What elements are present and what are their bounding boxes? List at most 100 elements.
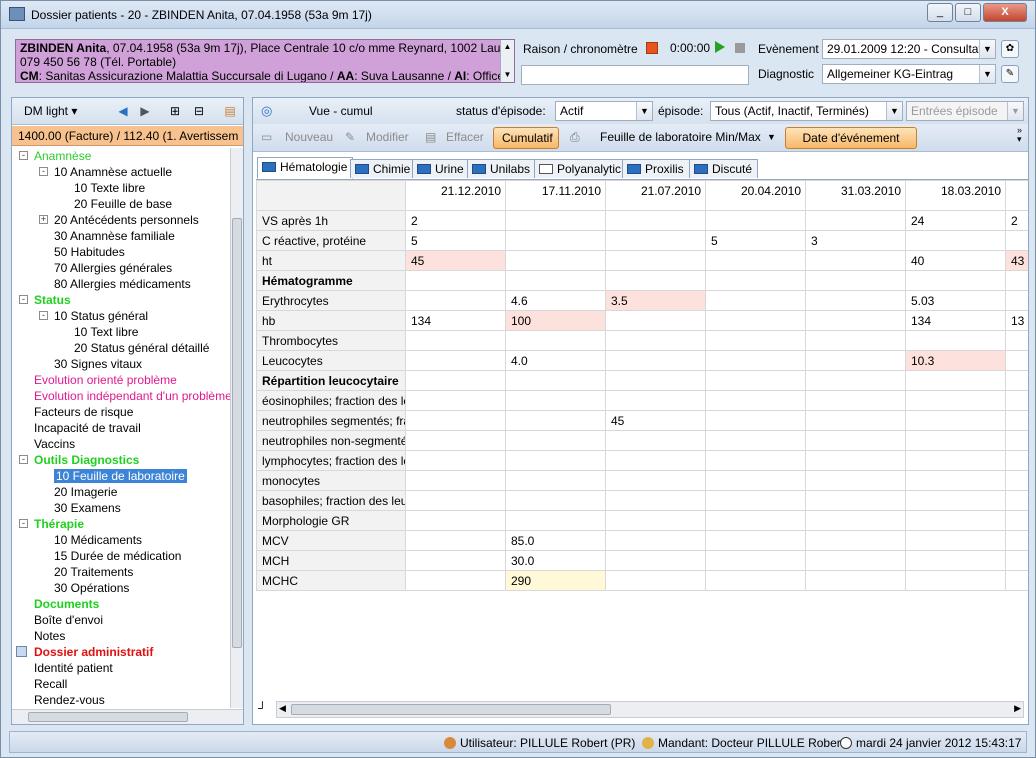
table-cell[interactable]	[805, 390, 906, 411]
table-cell[interactable]	[905, 370, 1006, 391]
tree-item[interactable]: Notes	[34, 628, 65, 644]
lab-sheet-selector[interactable]: Feuille de laboratoire Min/Max	[600, 130, 761, 144]
record-icon[interactable]	[646, 42, 658, 54]
play-icon[interactable]	[715, 41, 725, 53]
table-cell[interactable]	[1005, 430, 1028, 451]
table-cell[interactable]	[805, 370, 906, 391]
table-cell[interactable]	[505, 370, 606, 391]
table-cell[interactable]	[805, 510, 906, 531]
edit-icon[interactable]: ✎	[1001, 65, 1019, 83]
billing-bar[interactable]: 1400.00 (Facture) / 112.40 (1. Avertisse…	[12, 126, 243, 146]
tree-item[interactable]: - Status	[19, 292, 71, 308]
date-column-header[interactable]: 21.12.2010	[405, 180, 506, 211]
tree-vertical-scrollbar[interactable]	[230, 148, 243, 708]
table-cell[interactable]	[605, 330, 706, 351]
table-cell[interactable]	[705, 330, 806, 351]
tab-hématologie[interactable]: Hématologie	[257, 157, 354, 179]
stop-icon[interactable]	[735, 43, 745, 53]
table-cell[interactable]: 4.0	[505, 350, 606, 371]
tab-chimie[interactable]: Chimie	[350, 159, 417, 178]
collapse-icon[interactable]: -	[19, 295, 28, 304]
event-date-button[interactable]: Date d'événement	[785, 127, 917, 149]
table-cell[interactable]: 40	[905, 250, 1006, 271]
tree-item[interactable]: 20 Status général détaillé	[74, 340, 209, 356]
new-button[interactable]: Nouveau	[285, 130, 333, 144]
tree-item[interactable]: +20 Antécédents personnels	[39, 212, 199, 228]
table-cell[interactable]: 5	[705, 230, 806, 251]
table-cell[interactable]	[1005, 350, 1028, 371]
table-cell[interactable]: 30.0	[505, 550, 606, 571]
collapse-icon[interactable]: -	[19, 455, 28, 464]
table-cell[interactable]: 2	[1005, 210, 1028, 231]
table-cell[interactable]	[905, 510, 1006, 531]
print-icon[interactable]: ⎙	[570, 130, 580, 145]
table-cell[interactable]	[505, 470, 606, 491]
table-cell[interactable]: 3	[805, 230, 906, 251]
tree-item[interactable]: 10 Texte libre	[74, 180, 145, 196]
table-cell[interactable]	[1005, 390, 1028, 411]
date-column-header[interactable]: 18.03.2010	[905, 180, 1006, 211]
tree-item[interactable]: - Thérapie	[19, 516, 84, 532]
table-cell[interactable]	[805, 490, 906, 511]
table-cell[interactable]	[805, 430, 906, 451]
tree-item[interactable]: Vaccins	[34, 436, 75, 452]
table-cell[interactable]	[405, 330, 506, 351]
table-cell[interactable]: 43	[1005, 250, 1028, 271]
close-button[interactable]: X	[983, 3, 1027, 22]
table-cell[interactable]	[705, 290, 806, 311]
table-cell[interactable]	[405, 370, 506, 391]
table-cell[interactable]	[705, 270, 806, 291]
table-cell[interactable]	[505, 250, 606, 271]
table-cell[interactable]	[905, 570, 1006, 591]
date-column-header[interactable]: 17.11.2010	[505, 180, 606, 211]
table-cell[interactable]	[705, 370, 806, 391]
table-cell[interactable]	[705, 510, 806, 531]
tree-item[interactable]: 50 Habitudes	[54, 244, 125, 260]
expand-icon[interactable]: +	[39, 215, 48, 224]
table-cell[interactable]	[505, 430, 606, 451]
table-cell[interactable]	[405, 350, 506, 371]
tree-item[interactable]: Recall	[34, 676, 67, 692]
table-cell[interactable]	[1005, 410, 1028, 431]
table-cell[interactable]	[505, 210, 606, 231]
tree-item[interactable]: Boîte d'envoi	[34, 612, 103, 628]
table-cell[interactable]	[705, 310, 806, 331]
tree-item[interactable]: Incapacité de travail	[34, 420, 141, 436]
tree-horizontal-scrollbar[interactable]	[12, 709, 243, 724]
table-cell[interactable]: 13	[1005, 310, 1028, 331]
table-cell[interactable]	[1005, 570, 1028, 591]
table-cell[interactable]	[905, 470, 1006, 491]
table-cell[interactable]	[1005, 330, 1028, 351]
table-cell[interactable]	[1005, 450, 1028, 471]
patient-box-scrollbar[interactable]: ▲ ▼	[500, 40, 514, 82]
table-cell[interactable]: 134	[405, 310, 506, 331]
table-cell[interactable]	[705, 430, 806, 451]
table-cell[interactable]: 45	[405, 250, 506, 271]
table-cell[interactable]	[705, 410, 806, 431]
tree-item[interactable]: Evolution indépendant d'un problème	[34, 388, 230, 404]
table-cell[interactable]	[805, 350, 906, 371]
table-cell[interactable]	[605, 390, 706, 411]
table-cell[interactable]	[905, 430, 1006, 451]
table-cell[interactable]: 85.0	[505, 530, 606, 551]
tree-item[interactable]: Facteurs de risque	[34, 404, 133, 420]
event-select[interactable]: 29.01.2009 12:20 - Consultation ▼	[822, 39, 996, 59]
tree-item[interactable]: 80 Allergies médicaments	[54, 276, 191, 292]
table-cell[interactable]	[605, 510, 706, 531]
table-cell[interactable]: 24	[905, 210, 1006, 231]
tree-item[interactable]: 70 Allergies générales	[54, 260, 172, 276]
collapse-icon[interactable]: -	[39, 311, 48, 320]
table-cell[interactable]	[1005, 470, 1028, 491]
tree-item[interactable]: Dossier administratif	[16, 644, 153, 660]
table-cell[interactable]	[705, 450, 806, 471]
table-cell[interactable]	[705, 210, 806, 231]
table-cell[interactable]	[605, 570, 706, 591]
scrollbar-thumb[interactable]	[28, 712, 188, 722]
tree-item[interactable]: 30 Opérations	[54, 580, 129, 596]
table-cell[interactable]	[505, 270, 606, 291]
minimize-button[interactable]: _	[927, 3, 953, 22]
table-cell[interactable]	[805, 530, 906, 551]
table-cell[interactable]	[605, 310, 706, 331]
tab-proxilis[interactable]: Proxilis	[622, 159, 690, 178]
table-cell[interactable]: 5.03	[905, 290, 1006, 311]
